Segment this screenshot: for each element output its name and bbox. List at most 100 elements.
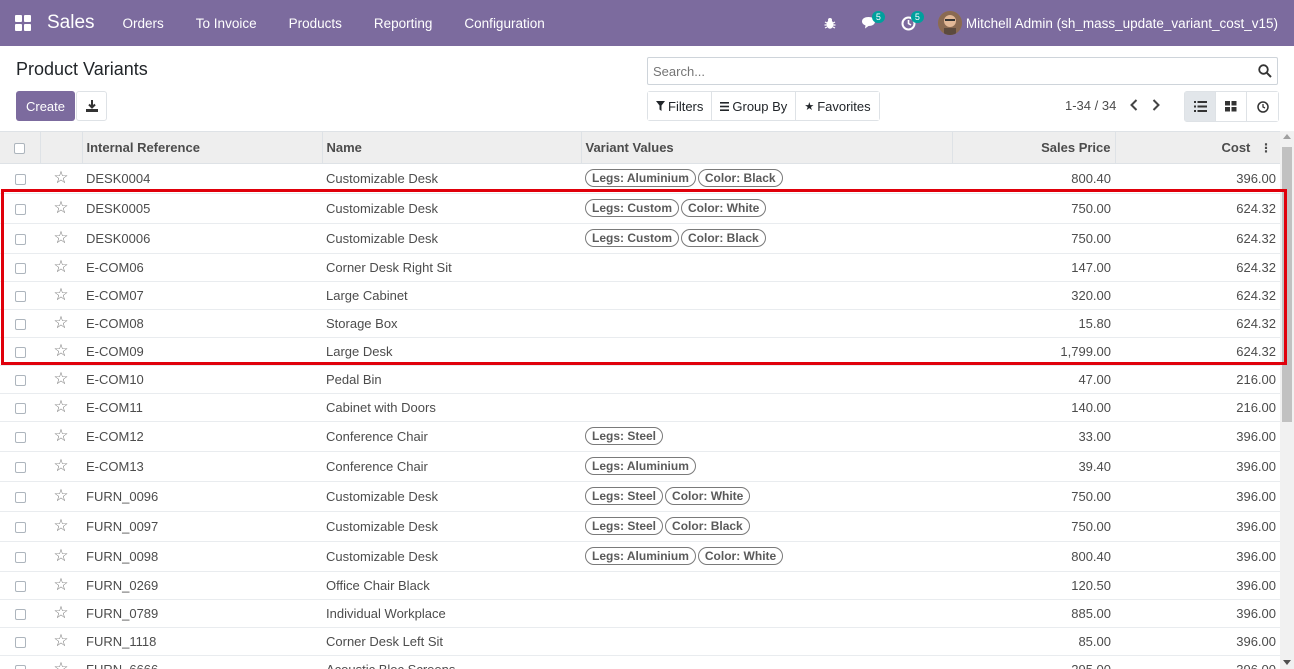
group-by-button[interactable]: Group By — [712, 92, 797, 120]
sales-price-header[interactable]: Sales Price — [952, 132, 1116, 164]
user-avatar[interactable] — [937, 11, 962, 35]
row-checkbox[interactable] — [14, 203, 26, 215]
row-checkbox[interactable] — [14, 636, 26, 648]
user-menu[interactable]: Mitchell Admin (sh_mass_update_variant_c… — [966, 16, 1278, 31]
scroll-down-arrow-icon[interactable] — [1283, 660, 1291, 665]
table-row[interactable]: ☆ FURN_0789 Individual Workplace 885.00 396.… — [0, 599, 1280, 628]
menu-configuration[interactable]: Configuration — [464, 16, 544, 31]
variant-values-header[interactable]: Variant Values — [581, 132, 953, 164]
row-checkbox[interactable] — [14, 521, 26, 533]
menu-orders[interactable]: Orders — [123, 16, 164, 31]
table-row[interactable]: ☆ FURN_0096 Customizable Desk Legs: Steel Co… — [0, 481, 1280, 512]
search-icon[interactable] — [1258, 64, 1272, 81]
table-row[interactable]: ☆ FURN_1118 Corner Desk Left Sit 85.00 396.0… — [0, 627, 1280, 656]
row-checkbox[interactable] — [14, 580, 26, 592]
name-cell: Customizable Desk — [322, 481, 581, 512]
row-checkbox[interactable] — [14, 346, 26, 358]
table-row[interactable]: ☆ DESK0004 Customizable Desk Legs: Aluminiu… — [0, 163, 1280, 194]
search-bar[interactable] — [647, 57, 1278, 85]
variant-value-tag: Color: Black — [697, 169, 783, 187]
priority-star-icon[interactable]: ☆ — [53, 341, 68, 360]
priority-star-icon[interactable]: ☆ — [53, 546, 68, 565]
table-row[interactable]: ☆ E-COM08 Storage Box 15.80 624.32 — [0, 309, 1280, 338]
priority-star-icon[interactable]: ☆ — [53, 198, 68, 217]
scrollbar-thumb[interactable] — [1282, 147, 1292, 422]
create-button[interactable]: Create — [16, 91, 75, 121]
priority-star-icon[interactable]: ☆ — [53, 168, 68, 187]
name-cell: Large Desk — [322, 337, 581, 366]
priority-star-icon[interactable]: ☆ — [53, 659, 68, 669]
table-row[interactable]: ☆ E-COM07 Large Cabinet 320.00 624.32 — [0, 281, 1280, 310]
row-checkbox[interactable] — [14, 664, 26, 669]
internal-reference-cell: FURN_6666 — [82, 655, 322, 669]
row-checkbox[interactable] — [14, 290, 26, 302]
row-checkbox[interactable] — [14, 491, 26, 503]
priority-star-icon[interactable]: ☆ — [53, 426, 68, 445]
priority-star-icon[interactable]: ☆ — [53, 603, 68, 622]
priority-star-icon[interactable]: ☆ — [53, 486, 68, 505]
priority-header — [40, 132, 83, 164]
apps-menu-icon[interactable] — [0, 0, 46, 46]
debug-bug-icon[interactable] — [811, 0, 850, 46]
internal-reference-cell: FURN_0269 — [82, 571, 322, 600]
list-view-icon[interactable] — [1185, 92, 1216, 121]
activities-clock-icon[interactable]: 5 — [889, 0, 928, 46]
priority-star-icon[interactable]: ☆ — [53, 456, 68, 475]
priority-star-icon[interactable]: ☆ — [53, 369, 68, 388]
table-row[interactable]: ☆ DESK0005 Customizable Desk Legs: Custom Co… — [0, 193, 1280, 224]
optional-columns-icon[interactable]: ⋮ — [1260, 142, 1272, 154]
row-checkbox[interactable] — [14, 233, 26, 245]
favorites-button[interactable]: ★ Favorites — [796, 92, 879, 120]
priority-star-icon[interactable]: ☆ — [53, 257, 68, 276]
priority-star-icon[interactable]: ☆ — [53, 285, 68, 304]
priority-star-icon[interactable]: ☆ — [53, 516, 68, 535]
row-checkbox[interactable] — [14, 173, 26, 185]
vertical-scrollbar[interactable] — [1280, 131, 1294, 669]
app-brand[interactable]: Sales — [47, 12, 95, 34]
menu-products[interactable]: Products — [289, 16, 342, 31]
cost-header[interactable]: Cost ⋮ — [1115, 132, 1280, 164]
pager-previous-icon[interactable] — [1127, 97, 1141, 113]
priority-star-icon[interactable]: ☆ — [53, 631, 68, 650]
search-input[interactable] — [648, 58, 1238, 84]
pager-value[interactable]: 1-34 / 34 — [1065, 98, 1116, 113]
kanban-view-icon[interactable] — [1216, 92, 1247, 121]
priority-cell: ☆ — [40, 511, 82, 542]
menu-reporting[interactable]: Reporting — [374, 16, 433, 31]
row-checkbox[interactable] — [14, 402, 26, 414]
name-cell: Acoustic Bloc Screens — [322, 655, 581, 669]
download-button[interactable] — [76, 91, 107, 121]
menu-to-invoice[interactable]: To Invoice — [196, 16, 257, 31]
table-row[interactable]: ☆ E-COM13 Conference Chair Legs: Aluminium 3… — [0, 451, 1280, 482]
table-row[interactable]: ☆ E-COM12 Conference Chair Legs: Steel 33.00… — [0, 421, 1280, 452]
row-checkbox[interactable] — [14, 431, 26, 443]
scroll-up-arrow-icon[interactable] — [1283, 134, 1291, 139]
priority-star-icon[interactable]: ☆ — [53, 228, 68, 247]
internal-reference-header[interactable]: Internal Reference — [82, 132, 323, 164]
table-row[interactable]: ☆ DESK0006 Customizable Desk Legs: Custom Co… — [0, 223, 1280, 254]
priority-star-icon[interactable]: ☆ — [53, 313, 68, 332]
select-all-checkbox[interactable] — [14, 142, 26, 154]
row-checkbox[interactable] — [14, 608, 26, 620]
activity-view-clock-icon[interactable] — [1247, 92, 1278, 121]
row-checkbox[interactable] — [14, 551, 26, 563]
row-checkbox[interactable] — [14, 318, 26, 330]
row-checkbox[interactable] — [14, 461, 26, 473]
messages-chat-icon[interactable]: 5 — [850, 0, 889, 46]
filters-button[interactable]: Filters — [648, 92, 713, 120]
name-header[interactable]: Name — [322, 132, 582, 164]
table-row[interactable]: ☆ E-COM09 Large Desk 1,799.00 624.32 — [0, 337, 1280, 366]
priority-cell: ☆ — [40, 571, 82, 600]
priority-star-icon[interactable]: ☆ — [53, 397, 68, 416]
table-row[interactable]: ☆ E-COM06 Corner Desk Right Sit 147.00 624.3… — [0, 253, 1280, 282]
table-row[interactable]: ☆ FURN_0098 Customizable Desk Legs: Alumini… — [0, 541, 1280, 572]
row-checkbox[interactable] — [14, 374, 26, 386]
table-row[interactable]: ☆ FURN_0269 Office Chair Black 120.50 396.00 — [0, 571, 1280, 600]
priority-star-icon[interactable]: ☆ — [53, 575, 68, 594]
table-row[interactable]: ☆ FURN_6666 Acoustic Bloc Screens 295.00 396… — [0, 655, 1280, 669]
row-checkbox[interactable] — [14, 262, 26, 274]
pager-next-icon[interactable] — [1149, 97, 1163, 113]
table-row[interactable]: ☆ E-COM11 Cabinet with Doors 140.00 216.00 — [0, 393, 1280, 422]
table-row[interactable]: ☆ E-COM10 Pedal Bin 47.00 216.00 — [0, 365, 1280, 394]
table-row[interactable]: ☆ FURN_0097 Customizable Desk Legs: Steel Co… — [0, 511, 1280, 542]
